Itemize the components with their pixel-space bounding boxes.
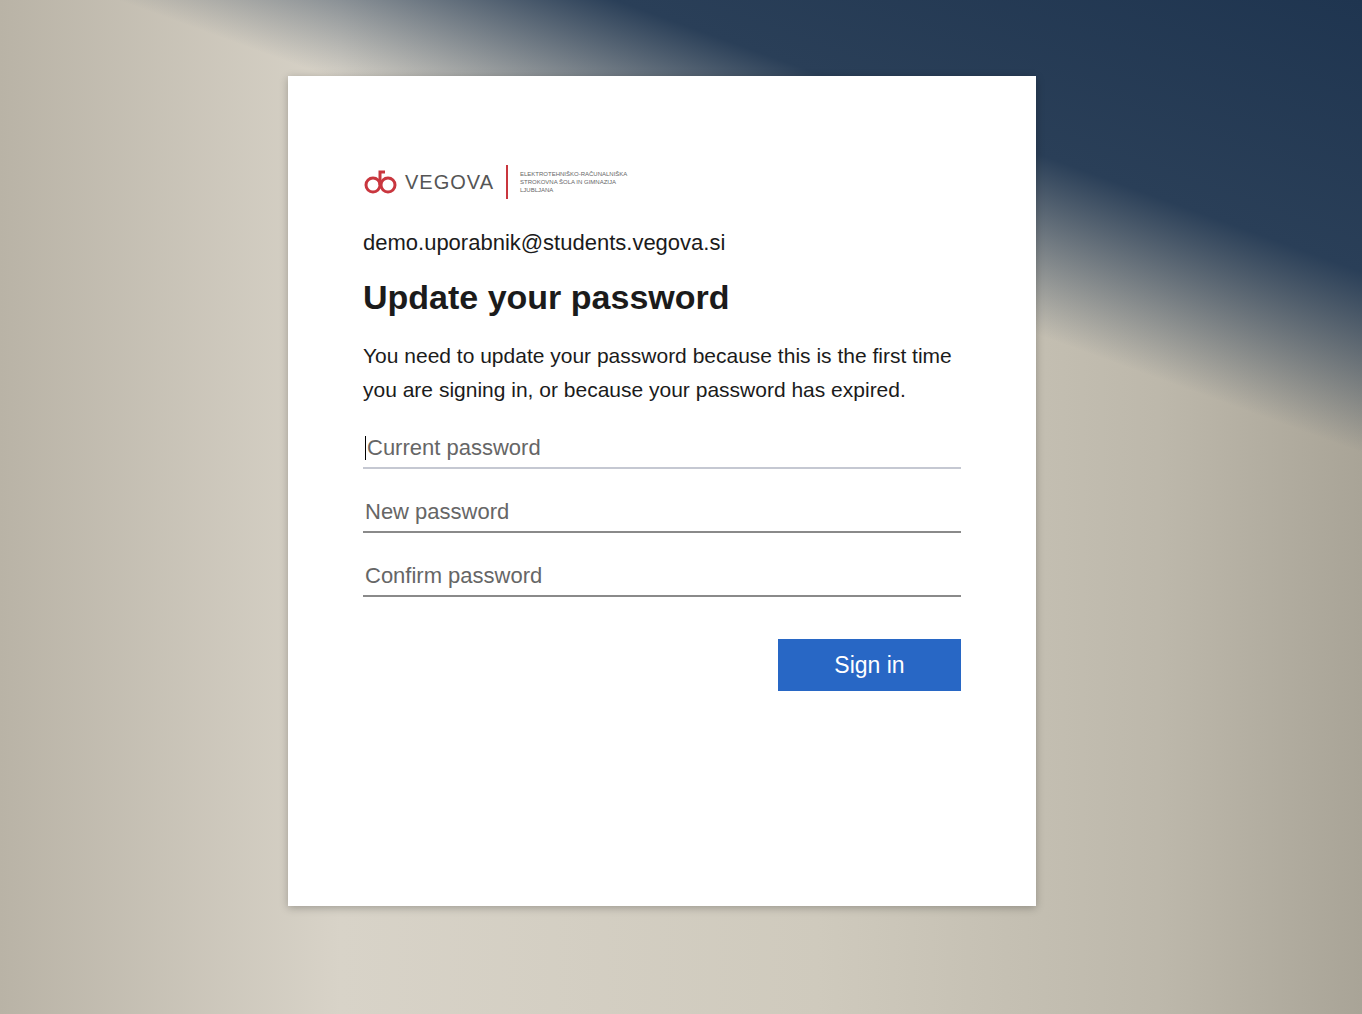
password-card: VEGOVA ELEKTROTEHNIŠKO-RAČUNALNIŠKASTROKO… <box>288 76 1036 906</box>
card-actions: Sign in <box>363 639 961 691</box>
password-field[interactable]: Confirm password <box>363 555 961 597</box>
logo-name: VEGOVA <box>405 171 494 194</box>
login-page: VEGOVA ELEKTROTEHNIŠKO-RAČUNALNIŠKASTROKO… <box>0 0 1362 1014</box>
logo-subtitle-line: STROKOVNA ŠOLA IN GIMNAZIJA <box>520 178 627 186</box>
password-fields: Current password New password Confirm pass… <box>363 427 961 597</box>
password-field[interactable]: Current password <box>363 427 961 469</box>
card-title: Update your password <box>363 278 961 317</box>
account-email: demo.uporabnik@students.vegova.si <box>363 230 961 256</box>
background-photo: VEGOVA ELEKTROTEHNIŠKO-RAČUNALNIŠKASTROKO… <box>0 0 1362 1014</box>
password-field[interactable]: New password <box>363 491 961 533</box>
logo-divider <box>506 165 508 199</box>
vegova-logo-icon <box>363 169 399 195</box>
logo-subtitle-line: LJUBLJANA <box>520 186 627 194</box>
field-placeholder: New password <box>365 499 509 525</box>
school-logo: VEGOVA ELEKTROTEHNIŠKO-RAČUNALNIŠKASTROKO… <box>363 164 961 200</box>
field-placeholder: Current password <box>367 435 541 461</box>
logo-subtitle: ELEKTROTEHNIŠKO-RAČUNALNIŠKASTROKOVNA ŠO… <box>520 170 627 194</box>
field-placeholder: Confirm password <box>365 563 542 589</box>
sign-in-button[interactable]: Sign in <box>778 639 961 691</box>
text-caret <box>365 436 366 460</box>
logo-subtitle-line: ELEKTROTEHNIŠKO-RAČUNALNIŠKA <box>520 170 627 178</box>
card-description: You need to update your password because… <box>363 339 961 407</box>
